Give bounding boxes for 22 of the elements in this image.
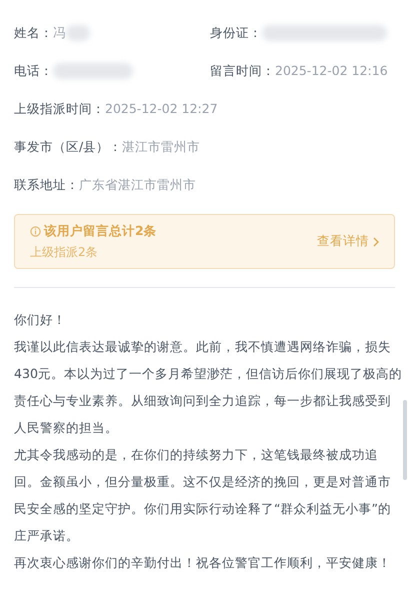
- field-label: 联系地址：: [14, 176, 79, 194]
- chevron-right-icon: [373, 236, 379, 246]
- message-paragraph: 再次衷心感谢你们的辛勤付出！祝各位警官工作顺利，平安健康！: [14, 554, 392, 572]
- field-label: 姓名：: [14, 24, 53, 42]
- field-label: 电话：: [14, 62, 53, 80]
- message-paragraph: 你们好！: [14, 311, 67, 329]
- field-label: 上级指派时间：: [14, 100, 105, 118]
- message-paragraph: 尤其令我感动的是，在你们的持续努力下，这笔钱最终被成功追回。金额虽小，但分量极重。这不仅是经济的挽回，更是对普通市民安全感的坚定守护。你们用实际行动诠释了“群众利益无小事”的庄严承诺。: [14, 446, 392, 545]
- field-label: 身份证：: [210, 24, 262, 42]
- field-label: 留言时间：: [210, 62, 275, 80]
- notice-title: 该用户留言总计2条: [44, 222, 157, 240]
- field-value: 2025-12-02 12:16: [275, 62, 388, 80]
- notice-subtitle: 上级指派2条: [30, 244, 99, 262]
- scrollbar[interactable]: [403, 400, 407, 480]
- view-details-link[interactable]: 查看详情: [317, 232, 379, 251]
- field-value: 2025-12-02 12:27: [105, 100, 218, 118]
- field-value: 湛江市雷州市: [122, 138, 200, 156]
- field-value: 冯: [53, 24, 66, 42]
- field-value: 广东省湛江市雷州市: [79, 176, 196, 194]
- message-paragraph: 我谨以此信表达最诚挚的谢意。此前，我不慎遭遇网络诈骗，损失430元。本以为过了一个多月希望渺茫，但信访后你们展现了极高的责任心与专业素养。从细致询问到全力追踪，每一步都让我感受到人民警察的担当。: [14, 338, 403, 437]
- info-icon: [30, 226, 41, 236]
- field-label: 事发市（区/县）：: [14, 138, 122, 156]
